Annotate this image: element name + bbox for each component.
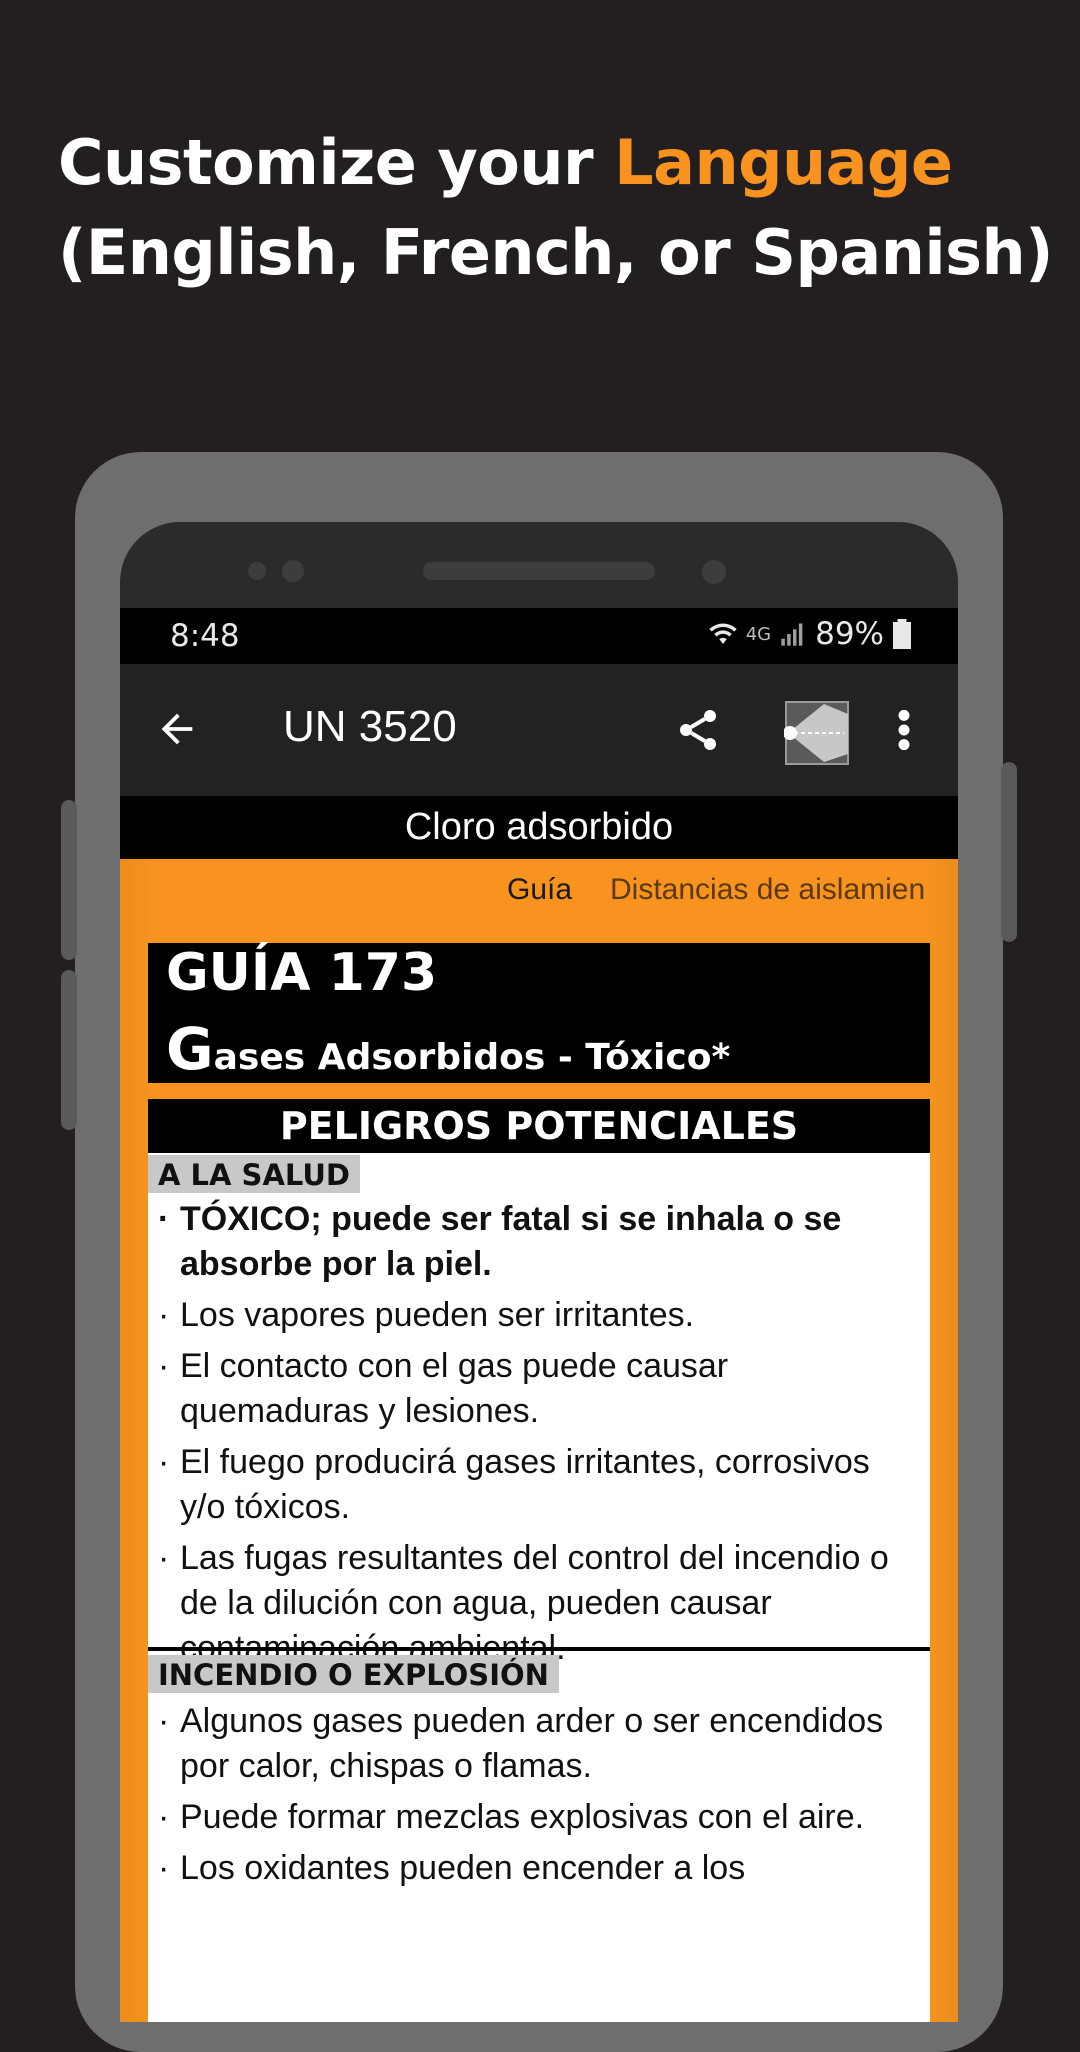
page-title: UN 3520 bbox=[283, 702, 457, 751]
hazards-section: PELIGROS POTENCIALES A LA SALUD TÓXICO; … bbox=[148, 1099, 930, 2022]
app-toolbar: UN 3520 bbox=[120, 664, 958, 796]
more-vert-icon[interactable] bbox=[894, 708, 914, 752]
signal-icon bbox=[781, 623, 803, 646]
section-title: PELIGROS POTENCIALES bbox=[148, 1099, 930, 1153]
guide-book-icon[interactable] bbox=[784, 700, 850, 766]
battery-icon bbox=[893, 619, 911, 649]
health-list: TÓXICO; puede ser fatal si se inhala o s… bbox=[156, 1197, 916, 1677]
tab-bar: Guía Distancias de aislamien bbox=[120, 859, 958, 927]
health-heading: A LA SALUD bbox=[148, 1155, 360, 1193]
network-type: 4G bbox=[745, 623, 772, 645]
list-item: Puede formar mezclas explosivas con el a… bbox=[156, 1795, 916, 1840]
list-item: El fuego producirá gases irritantes, cor… bbox=[156, 1440, 916, 1530]
headline-line-1: Customize your Language bbox=[58, 118, 1053, 208]
status-time: 8:48 bbox=[170, 618, 240, 654]
phone-screen: 8:48 4G 89% UN 3520 Cloro adsorbido Guía… bbox=[120, 522, 958, 2022]
promo-headline: Customize your Language (English, French… bbox=[58, 118, 1053, 298]
front-camera bbox=[702, 560, 726, 584]
guide-content[interactable]: Guía Distancias de aislamien GUÍA 173 Ga… bbox=[120, 859, 958, 2022]
headline-prefix: Customize your bbox=[58, 126, 615, 199]
guide-name: Gases Adsorbidos - Tóxico* bbox=[166, 1015, 730, 1083]
list-item: Los oxidantes pueden encender a los bbox=[156, 1846, 916, 1891]
guide-number: GUÍA 173 bbox=[166, 943, 438, 1003]
phone-side-button bbox=[1001, 762, 1017, 942]
headline-accent: Language bbox=[614, 126, 953, 199]
status-icons: 4G 89% bbox=[708, 616, 912, 652]
fire-heading: INCENDIO O EXPLOSIÓN bbox=[148, 1655, 559, 1693]
arrow-back-icon[interactable] bbox=[154, 706, 200, 752]
material-name: Cloro adsorbido bbox=[120, 796, 958, 859]
battery-percent: 89% bbox=[815, 616, 884, 652]
headline-line-2: (English, French, or Spanish) bbox=[58, 216, 1053, 289]
fire-list: Algunos gases pueden arder o ser encendi… bbox=[156, 1699, 916, 1897]
wifi-icon bbox=[708, 623, 737, 644]
list-item: TÓXICO; puede ser fatal si se inhala o s… bbox=[156, 1197, 916, 1287]
phone-side-button bbox=[61, 970, 77, 1130]
phone-side-button bbox=[61, 800, 77, 960]
list-item: Los vapores pueden ser irritantes. bbox=[156, 1293, 916, 1338]
guide-header: GUÍA 173 Gases Adsorbidos - Tóxico* bbox=[148, 943, 930, 1083]
list-item: El contacto con el gas puede causar quem… bbox=[156, 1344, 916, 1434]
tab-guia[interactable]: Guía bbox=[507, 873, 572, 907]
status-bar: 8:48 4G 89% bbox=[120, 608, 958, 664]
section-divider bbox=[148, 1647, 930, 1651]
tab-distancias[interactable]: Distancias de aislamien bbox=[610, 873, 925, 907]
guide-name-initial: G bbox=[166, 1015, 214, 1083]
sensor-dot bbox=[248, 562, 266, 580]
guide-name-rest: ases Adsorbidos - Tóxico* bbox=[213, 1037, 731, 1078]
share-icon[interactable] bbox=[674, 706, 722, 754]
earpiece-speaker bbox=[423, 562, 655, 580]
list-item: Algunos gases pueden arder o ser encendi… bbox=[156, 1699, 916, 1789]
sensor-dot bbox=[282, 560, 304, 582]
